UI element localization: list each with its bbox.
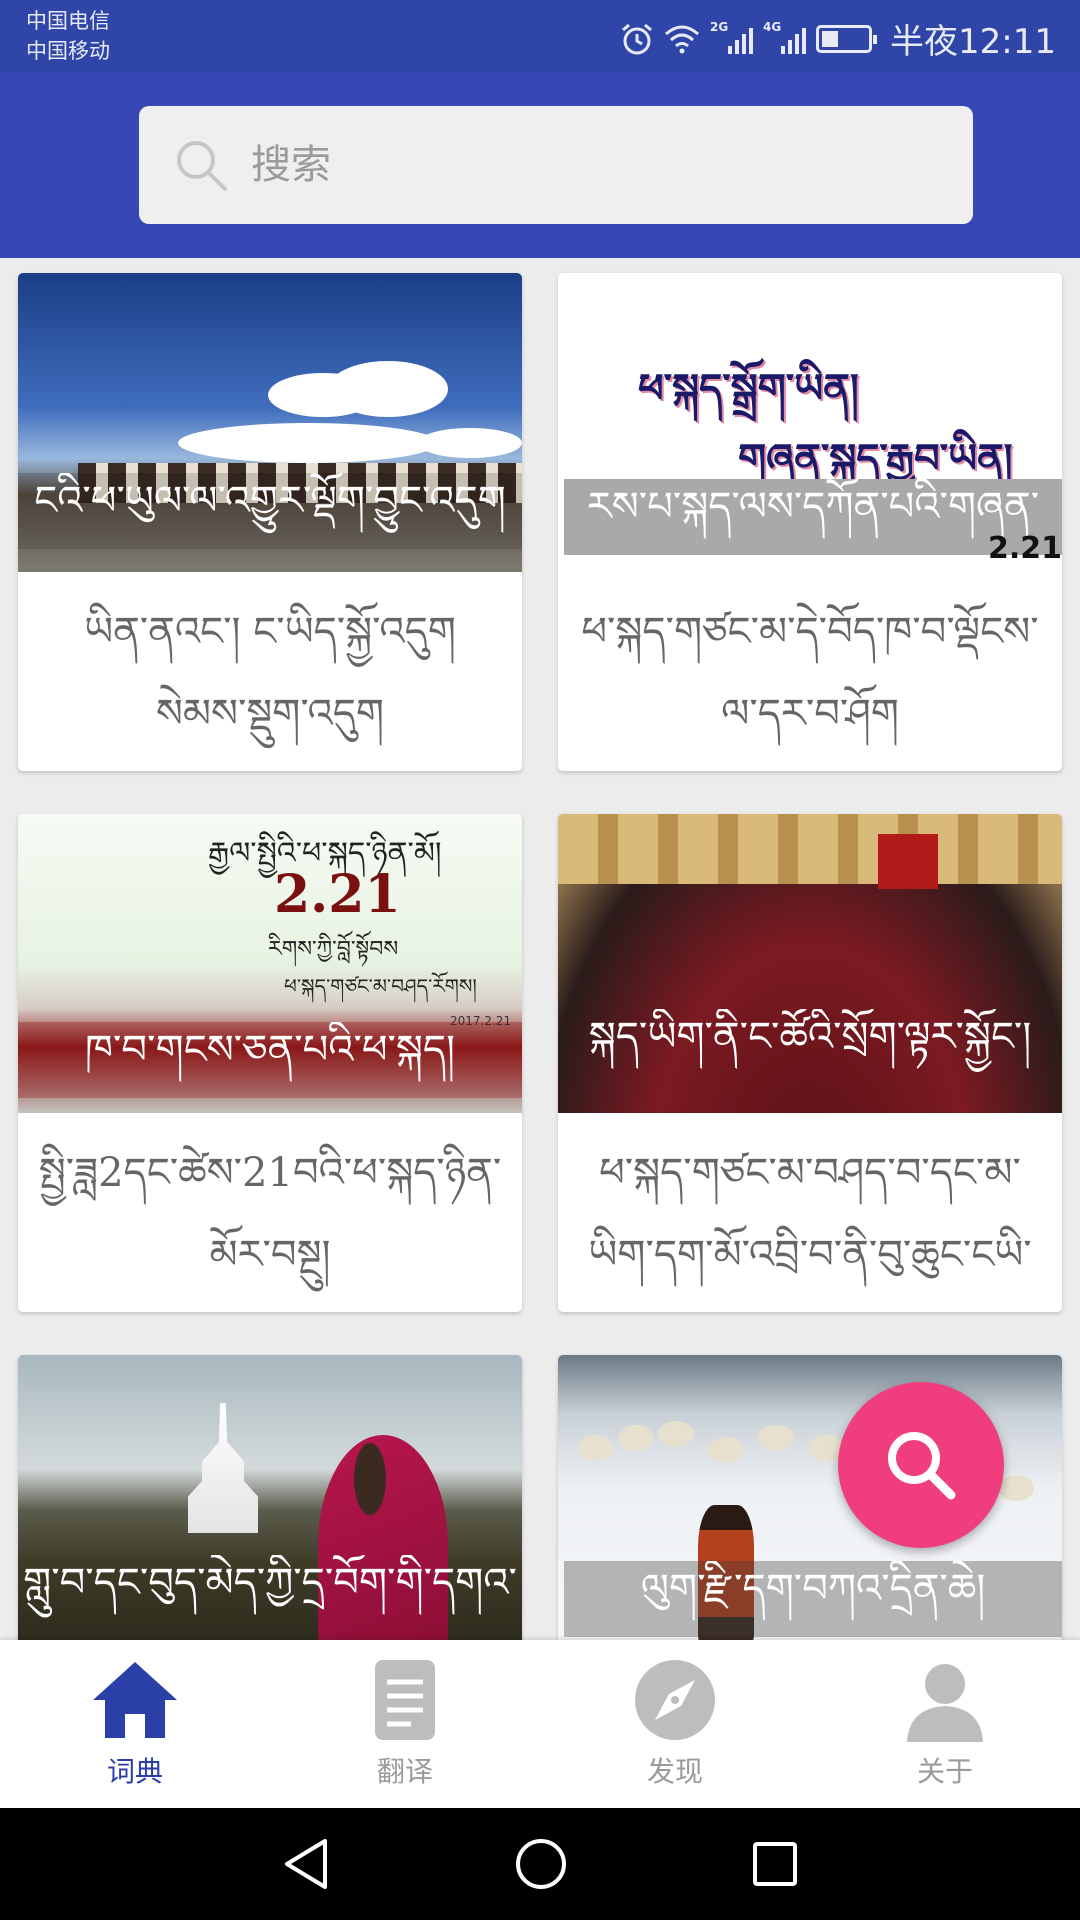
carrier-2: 中国移动 xyxy=(26,39,110,63)
poster-number: 2.21 xyxy=(987,531,1062,566)
article-caption: ཕ་སྐད་གཙང་མ་དེ་བོད་ཁ་བ་ལྡོངས་ ལ་དར་བ་ཤོག xyxy=(581,609,1039,737)
search-icon xyxy=(177,141,227,191)
search-input[interactable] xyxy=(251,142,891,188)
wifi-icon xyxy=(665,25,700,53)
article-image: ངའི་ཕ་ཡུལ་ལ་འགྱུར་ལྡོག་བྱུང་འདུག xyxy=(18,273,522,572)
bottom-navigation: 词典 翻译 发现 关于 xyxy=(0,1640,1080,1808)
signal-2-label: 4G xyxy=(763,19,782,34)
status-bar: 中国电信 中国移动 2G 4G 半夜12:11 xyxy=(0,0,1080,72)
article-overlay-title: ལུག་རྫི་དག་བཀའ་དྲིན་ཆེ། xyxy=(564,1561,1062,1637)
article-caption: ཕ་སྐད་གཙང་མ་བཤད་བ་དང་མ་ ཡིག་དག་མོ་འབྲི་བ… xyxy=(588,1150,1032,1278)
nav-label: 发现 xyxy=(646,1755,703,1788)
alarm-icon xyxy=(622,23,652,54)
search-icon xyxy=(888,1432,956,1500)
status-icons: 2G 4G 半夜12:11 xyxy=(620,14,1056,63)
search-fab-button[interactable] xyxy=(838,1382,1004,1548)
article-caption: སྤྱི་ཟླ2དང་ཚེས་21བའི་ཕ་སྐད་ཉིན་ མོར་བསྔུ… xyxy=(38,1150,502,1278)
article-overlay-title: གླུ་བ་དང་བུད་མེད་ཀྱི་དྲ་བོག་གི་དགའ་ xyxy=(23,1559,517,1606)
home-icon xyxy=(93,1662,177,1738)
article-overlay-title: སྐད་ཡིག་ནི་ང་ཚོའི་སྲོག་ལྟར་སྐྱོང་། xyxy=(588,1013,1032,1060)
system-navigation-bar xyxy=(0,1808,1080,1920)
article-card[interactable]: ངའི་ཕ་ཡུལ་ལ་འགྱུར་ལྡོག་བྱུང་འདུག ཡིན་ནའང… xyxy=(18,273,522,771)
app-header xyxy=(0,72,1080,258)
compass-icon xyxy=(635,1660,715,1740)
article-image: གླུ་བ་དང་བུད་མེད་ཀྱི་དྲ་བོག་གི་དགའ་ xyxy=(18,1355,522,1654)
nav-label: 关于 xyxy=(916,1755,973,1788)
clock: 半夜12:11 xyxy=(890,22,1056,62)
search-bar[interactable] xyxy=(139,106,973,224)
nav-item-about[interactable]: 关于 xyxy=(810,1640,1080,1808)
nav-item-dictionary[interactable]: 词典 xyxy=(0,1640,270,1808)
signal-1-label: 2G xyxy=(710,19,729,34)
nav-label: 翻译 xyxy=(376,1755,433,1788)
recents-icon[interactable] xyxy=(751,1840,799,1888)
article-overlay-title: ཁ་བ་གངས་ཅན་པའི་ཕ་སྐད། xyxy=(18,1022,522,1098)
carrier-info: 中国电信 中国移动 xyxy=(26,6,110,66)
document-icon xyxy=(375,1660,435,1740)
article-image: སྐད་ཡིག་ནི་ང་ཚོའི་སྲོག་ལྟར་སྐྱོང་། xyxy=(558,814,1062,1113)
article-card[interactable]: སྐད་ཡིག་ནི་ང་ཚོའི་སྲོག་ལྟར་སྐྱོང་། ཕ་སྐད… xyxy=(558,814,1062,1312)
article-image: རྒྱལ་སྤྱིའི་ཕ་སྐད་ཉིན་མོ། 2.21 རིགས་ཀྱི་… xyxy=(18,814,522,1113)
article-overlay-title: ངའི་ཕ་ཡུལ་ལ་འགྱུར་ལྡོག་བྱུང་འདུག xyxy=(18,473,522,549)
poster-number: 2.21 xyxy=(274,864,401,925)
signal-icon: 2G xyxy=(710,20,754,54)
nav-label: 词典 xyxy=(106,1755,163,1788)
nav-item-translate[interactable]: 翻译 xyxy=(270,1640,540,1808)
article-image: ཕ་སྐད་སྒྲོག་ཡིན། གཞན་སྐད་རྒྱབ་ཡིན། རས་པ་… xyxy=(558,273,1062,572)
article-card[interactable]: ཕ་སྐད་སྒྲོག་ཡིན། གཞན་སྐད་རྒྱབ་ཡིན། རས་པ་… xyxy=(558,273,1062,771)
nav-item-discover[interactable]: 发现 xyxy=(540,1640,810,1808)
signal-icon: 4G xyxy=(763,20,807,54)
person-icon xyxy=(907,1664,983,1742)
poster-line-3: ཕ་སྐད་གཙང་མ་བཤད་རོགས། xyxy=(284,974,477,998)
battery-icon xyxy=(816,24,878,53)
article-card[interactable]: རྒྱལ་སྤྱིའི་ཕ་སྐད་ཉིན་མོ། 2.21 རིགས་ཀྱི་… xyxy=(18,814,522,1312)
back-icon[interactable] xyxy=(281,1837,331,1891)
carrier-1: 中国电信 xyxy=(26,9,110,33)
screen: 中国电信 中国移动 2G 4G 半夜12:11 搜索 ངའི་ཕ་ཡུལ་ལ་འ… xyxy=(0,0,1080,1920)
article-caption: ཡིན་ནའང་། ང་ཡིད་སྐྱོ་འདུག སེམས་སྡུག་འདུག xyxy=(84,609,456,737)
home-circle-icon[interactable] xyxy=(514,1837,568,1891)
